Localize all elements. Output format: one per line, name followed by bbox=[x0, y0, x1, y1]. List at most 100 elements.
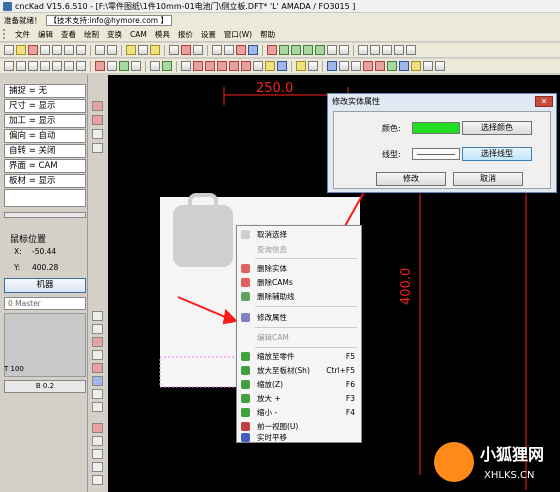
menu-tools[interactable]: 模具 bbox=[151, 29, 174, 40]
bars-icon[interactable] bbox=[248, 45, 258, 55]
punch-tool-icon[interactable] bbox=[387, 61, 397, 71]
select-icon[interactable] bbox=[92, 129, 103, 139]
tool-i-icon[interactable] bbox=[92, 449, 103, 459]
doc-icon[interactable] bbox=[92, 311, 103, 321]
tool-h-icon[interactable] bbox=[92, 436, 103, 446]
tool-j-icon[interactable] bbox=[92, 462, 103, 472]
dimension-icon[interactable] bbox=[181, 61, 191, 71]
menu-draw[interactable]: 绘制 bbox=[80, 29, 103, 40]
layer-icon[interactable] bbox=[265, 61, 275, 71]
menu-help[interactable]: 帮助 bbox=[256, 29, 279, 40]
menu-file[interactable]: 文件 bbox=[11, 29, 34, 40]
spline-icon[interactable] bbox=[119, 61, 129, 71]
magic-icon[interactable] bbox=[95, 61, 105, 71]
zoom-out-icon[interactable] bbox=[291, 45, 301, 55]
autorotate-setting[interactable]: 自转 = 关闭 bbox=[4, 144, 86, 158]
master-select[interactable]: 0 Master bbox=[4, 297, 86, 310]
close-icon[interactable]: ✕ bbox=[535, 96, 553, 107]
simulate-icon[interactable] bbox=[363, 61, 373, 71]
menu-window[interactable]: 窗口(W) bbox=[220, 29, 256, 40]
punch-icon[interactable] bbox=[181, 45, 191, 55]
menu-transform[interactable]: 变换 bbox=[103, 29, 126, 40]
tool-d-icon[interactable] bbox=[92, 376, 103, 386]
nc-icon[interactable] bbox=[236, 45, 246, 55]
tool-k-icon[interactable] bbox=[92, 475, 103, 485]
mode-icon[interactable] bbox=[308, 61, 318, 71]
ctx-zoom-out[interactable]: 缩小 - F4 bbox=[237, 406, 361, 419]
new-file-icon[interactable] bbox=[4, 45, 14, 55]
ctx-realtime-pan[interactable]: 实时平移 bbox=[237, 431, 361, 444]
report-icon[interactable] bbox=[351, 61, 361, 71]
arc-icon[interactable] bbox=[406, 45, 416, 55]
ctx-modify-properties[interactable]: 修改属性 bbox=[237, 311, 361, 324]
ctx-edit-cam[interactable]: 编辑CAM bbox=[237, 331, 361, 344]
export-icon[interactable] bbox=[138, 45, 148, 55]
block-icon[interactable] bbox=[217, 61, 227, 71]
menu-edit[interactable]: 编辑 bbox=[34, 29, 57, 40]
dimension-setting[interactable]: 尺寸 = 显示 bbox=[4, 99, 86, 113]
ctx-zoom[interactable]: 缩放(Z) F6 bbox=[237, 378, 361, 391]
zoom-window-icon[interactable] bbox=[315, 45, 325, 55]
mirror-icon[interactable] bbox=[241, 61, 251, 71]
page-icon[interactable] bbox=[92, 324, 103, 334]
empty-setting[interactable] bbox=[4, 189, 86, 207]
import-icon[interactable] bbox=[126, 45, 136, 55]
ctx-delete-entity[interactable]: 删除实体 bbox=[237, 262, 361, 275]
tool-f-icon[interactable] bbox=[92, 402, 103, 412]
ctx-zoom-in[interactable]: 放大 + F3 bbox=[237, 392, 361, 405]
menu-view[interactable]: 查看 bbox=[57, 29, 80, 40]
polyline-icon[interactable] bbox=[64, 61, 74, 71]
cut-icon[interactable] bbox=[224, 45, 234, 55]
circle-icon[interactable] bbox=[394, 45, 404, 55]
open-file-icon[interactable] bbox=[16, 45, 26, 55]
snap-icon[interactable] bbox=[107, 61, 117, 71]
folder-icon[interactable] bbox=[150, 45, 160, 55]
vline-icon[interactable] bbox=[162, 61, 172, 71]
ctx-zoom-sheet[interactable]: 放大至板材(Sh) Ctrl+F5 bbox=[237, 364, 361, 377]
grid-icon[interactable] bbox=[193, 45, 203, 55]
tool-g-icon[interactable] bbox=[92, 423, 103, 433]
ctx-deselect[interactable]: 取消选择 bbox=[237, 228, 361, 241]
undo-icon[interactable] bbox=[95, 45, 105, 55]
choose-linetype-button[interactable]: 选择线型 bbox=[462, 147, 532, 161]
tool-e-icon[interactable] bbox=[92, 389, 103, 399]
redraw-icon[interactable] bbox=[339, 45, 349, 55]
corner-icon[interactable] bbox=[4, 61, 14, 71]
zoom-fit-icon[interactable] bbox=[279, 45, 289, 55]
table-icon[interactable] bbox=[277, 61, 287, 71]
hline-icon[interactable] bbox=[150, 61, 160, 71]
choose-color-button[interactable]: 选择颜色 bbox=[462, 121, 532, 135]
hatch-icon[interactable] bbox=[205, 61, 215, 71]
print-icon[interactable] bbox=[52, 45, 62, 55]
rectangle-icon[interactable] bbox=[28, 61, 38, 71]
tool-c-icon[interactable] bbox=[92, 363, 103, 373]
ctx-zoom-part[interactable]: 缩放至零件 F5 bbox=[237, 350, 361, 363]
rounded-rect-icon[interactable] bbox=[40, 61, 50, 71]
menu-settings[interactable]: 设置 bbox=[197, 29, 220, 40]
menu-grip[interactable] bbox=[3, 29, 9, 39]
brush-icon[interactable] bbox=[92, 143, 103, 153]
interface-setting[interactable]: 界面 = CAM bbox=[4, 159, 86, 173]
cancel-button[interactable]: 取消 bbox=[453, 172, 523, 186]
rotate-icon[interactable] bbox=[253, 61, 263, 71]
zoom-in-icon[interactable] bbox=[303, 45, 313, 55]
sheet-icon[interactable] bbox=[296, 61, 306, 71]
save-icon[interactable] bbox=[40, 45, 50, 55]
sort-icon[interactable] bbox=[339, 61, 349, 71]
offset-setting[interactable]: 偏向 = 自动 bbox=[4, 129, 86, 143]
pencil-icon[interactable] bbox=[267, 45, 277, 55]
sheet-setting[interactable]: 板材 = 显示 bbox=[4, 174, 86, 188]
clamp-icon[interactable] bbox=[411, 61, 421, 71]
ctx-delete-aux[interactable]: 删除辅助线 bbox=[237, 290, 361, 303]
more-icon[interactable] bbox=[435, 61, 445, 71]
copy-icon[interactable] bbox=[64, 45, 74, 55]
text-icon[interactable] bbox=[193, 61, 203, 71]
delete-cam-icon[interactable] bbox=[92, 115, 103, 125]
delete-icon[interactable] bbox=[92, 101, 103, 111]
reposition-icon[interactable] bbox=[423, 61, 433, 71]
pen-icon[interactable] bbox=[212, 45, 222, 55]
nest-icon[interactable] bbox=[327, 61, 337, 71]
paste-icon[interactable] bbox=[76, 45, 86, 55]
array-icon[interactable] bbox=[229, 61, 239, 71]
machine-button[interactable]: 机器 bbox=[4, 278, 86, 293]
